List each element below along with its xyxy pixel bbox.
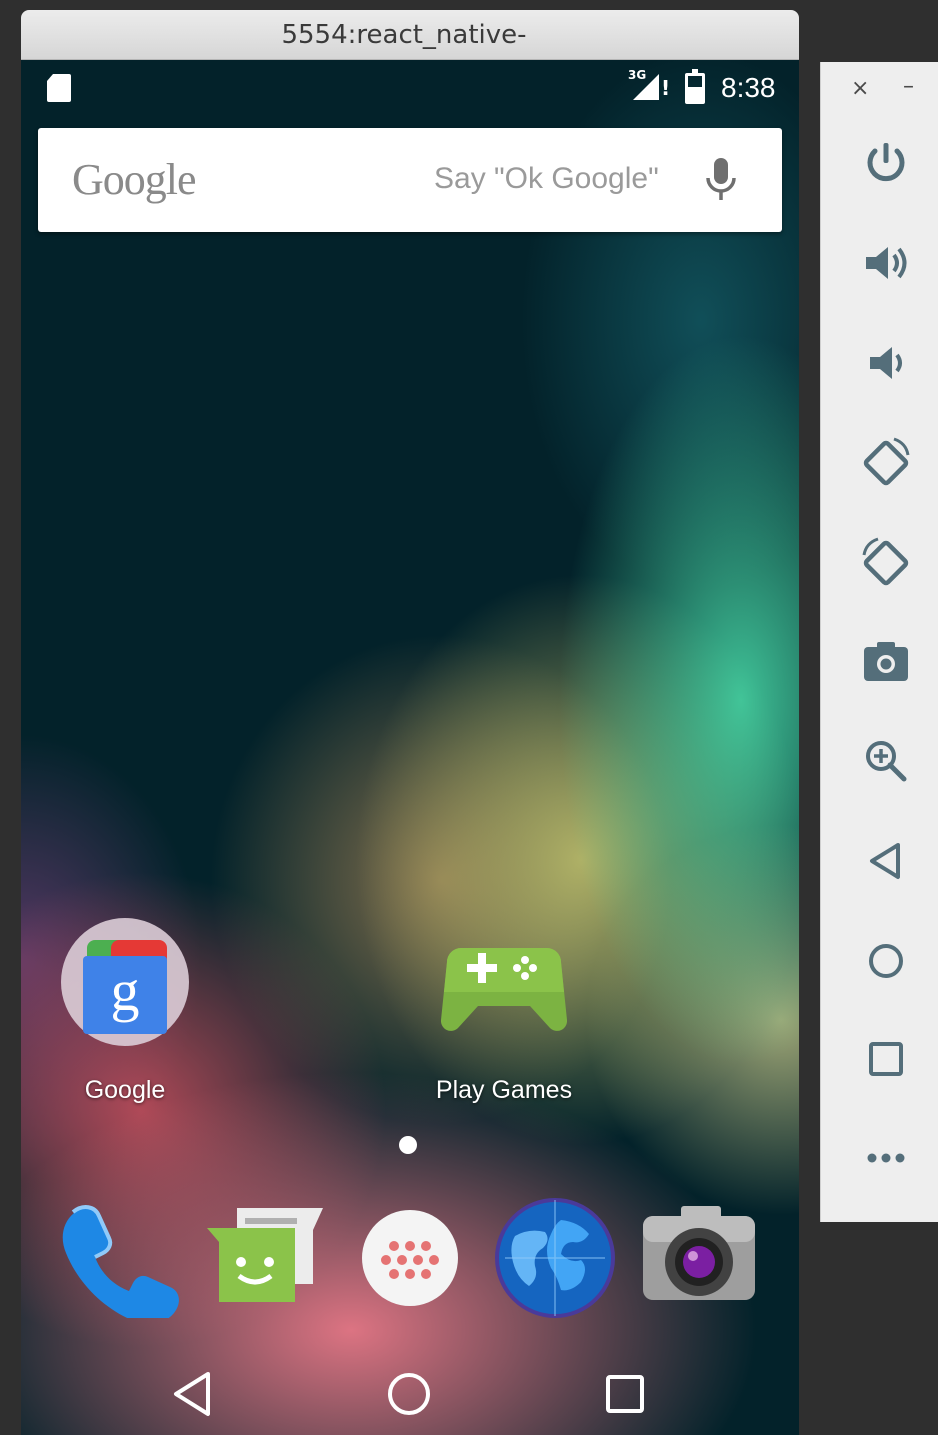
google-search-bar[interactable]: Google Say "Ok Google" <box>38 128 782 232</box>
emulator-controls-panel: × – <box>820 62 938 1222</box>
power-button[interactable] <box>858 135 914 191</box>
volume-up-button[interactable] <box>858 235 914 291</box>
no-data-indicator: ! <box>661 76 671 100</box>
zoom-button[interactable] <box>858 733 914 789</box>
back-icon[interactable] <box>164 1364 224 1424</box>
app-label: Play Games <box>435 1076 573 1104</box>
rotate-right-icon <box>862 537 909 586</box>
google-logo: Google <box>72 155 197 204</box>
browser-globe-icon[interactable] <box>495 1198 615 1318</box>
device-screen[interactable]: 3G ! 8:38 Google Say "Ok Google" g Googl… <box>21 60 799 1435</box>
more-icon <box>867 1153 905 1163</box>
app-play-games[interactable]: Play Games <box>406 1068 602 1105</box>
more-button[interactable] <box>858 1130 914 1186</box>
volume-down-icon <box>870 347 902 379</box>
close-panel-button[interactable]: × <box>851 76 869 101</box>
microphone-icon[interactable] <box>702 156 740 204</box>
app-google[interactable]: Google <box>61 1068 189 1105</box>
sd-card-icon <box>47 74 71 102</box>
google-folder-icon[interactable]: g <box>61 918 189 1046</box>
signal-icon <box>633 74 659 100</box>
volume-up-icon <box>866 247 907 279</box>
overview-icon <box>869 1042 903 1076</box>
page-indicator <box>399 1136 417 1154</box>
overview-button[interactable] <box>858 1031 914 1087</box>
emulator-window: 5554:react_native- 3G ! 8:38 Google Say … <box>21 10 799 1435</box>
camera-icon[interactable] <box>639 1198 759 1318</box>
back-button[interactable] <box>858 833 914 889</box>
status-time: 8:38 <box>721 72 776 103</box>
window-title: 5554:react_native- <box>281 19 527 50</box>
home-button[interactable] <box>858 933 914 989</box>
battery-icon <box>685 69 705 104</box>
camera-icon <box>864 642 908 681</box>
status-bar: 3G ! 8:38 <box>21 60 799 120</box>
zoom-icon <box>866 741 907 782</box>
volume-down-button[interactable] <box>858 335 914 391</box>
minimize-panel-button[interactable]: – <box>903 74 914 99</box>
recents-icon[interactable] <box>595 1364 655 1424</box>
app-label: Google <box>84 1076 166 1104</box>
home-icon <box>869 944 903 978</box>
power-icon <box>867 143 905 182</box>
back-icon <box>870 843 900 879</box>
play-games-icon[interactable] <box>441 938 567 1034</box>
rotate-left-icon <box>863 437 910 486</box>
phone-icon[interactable] <box>59 1198 179 1318</box>
navigation-bar <box>21 1350 799 1435</box>
window-titlebar[interactable]: 5554:react_native- <box>21 10 799 60</box>
screenshot-button[interactable] <box>858 633 914 689</box>
app-drawer-icon[interactable] <box>350 1198 470 1318</box>
panel-window-controls: × – <box>821 62 938 114</box>
messaging-icon[interactable] <box>207 1198 327 1318</box>
home-icon[interactable] <box>379 1364 439 1424</box>
rotate-left-button[interactable] <box>858 435 914 491</box>
rotate-right-button[interactable] <box>858 535 914 591</box>
voice-search-hint: Say "Ok Google" <box>434 162 659 195</box>
google-g-icon: g <box>83 956 167 1034</box>
